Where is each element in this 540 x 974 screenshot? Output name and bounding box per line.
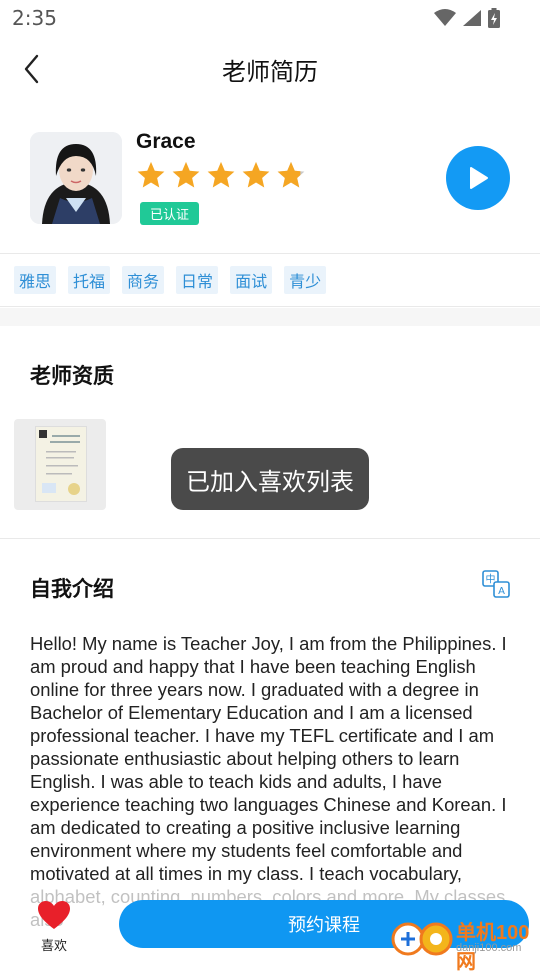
translate-icon: 中 A [482,570,510,598]
qualifications-title: 老师资质 [30,364,114,388]
intro-title: 自我介绍 [30,577,114,601]
tag-item[interactable]: 雅思 [14,266,57,294]
watermark-url: danji100.com [456,942,522,954]
status-icons [434,8,500,28]
page-title: 老师简历 [222,58,318,86]
avatar [30,132,122,224]
certificate-thumbnail[interactable] [14,419,106,510]
heart-icon [38,901,70,929]
status-bar: 2:35 [0,0,540,36]
section-gap [0,308,540,326]
like-label: 喜欢 [40,939,67,954]
toast-message: 已加入喜欢列表 [171,448,369,510]
star-icon [137,161,165,188]
teacher-profile: Grace 已认证 [0,120,540,250]
tag-item[interactable]: 青少 [284,266,327,294]
divider [0,538,540,539]
status-time: 2:35 [12,6,57,30]
top-bar: 老师简历 [0,36,540,102]
verified-badge: 已认证 [140,202,200,225]
tag-item[interactable]: 面试 [230,266,273,294]
tag-list: 雅思 托福 商务 日常 面试 青少 [14,266,327,294]
divider [0,306,540,307]
divider [0,253,540,254]
svg-text:A: A [498,586,505,597]
teacher-name: Grace [136,130,196,153]
signal-icon [463,10,481,26]
play-intro-button[interactable] [446,146,510,210]
intro-text: Hello! My name is Teacher Joy, I am from… [30,633,507,930]
watermark-logo: 单机100网 danji100.com [388,914,540,973]
star-icon [172,161,200,188]
star-rating [136,160,306,190]
battery-charging-icon [488,8,500,28]
certificate-image [36,427,86,501]
wifi-icon [434,9,456,26]
like-button[interactable]: 喜欢 [30,900,78,954]
play-icon [470,167,488,189]
star-partial-icon [277,161,305,188]
tag-item[interactable]: 商务 [122,266,165,294]
translate-button[interactable]: 中 A [481,569,511,599]
star-icon [242,161,270,188]
star-icon [207,161,235,188]
tag-item[interactable]: 托福 [68,266,111,294]
tag-item[interactable]: 日常 [176,266,219,294]
